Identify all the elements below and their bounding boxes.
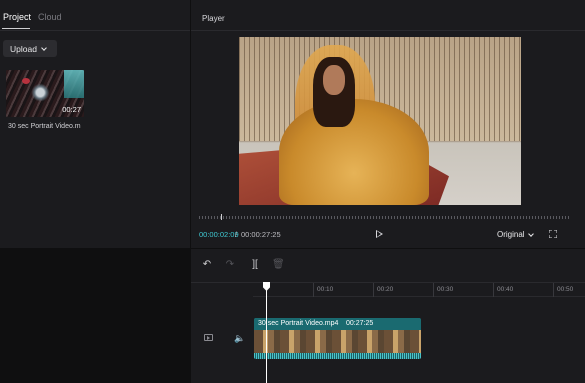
audio-waveform xyxy=(254,353,421,359)
tab-project[interactable]: Project xyxy=(3,12,31,22)
chevron-down-icon xyxy=(41,44,47,51)
tick-mark xyxy=(433,283,434,297)
tick-mark xyxy=(553,283,554,297)
media-duration: 00:27 xyxy=(62,105,81,114)
split-icon[interactable]: ][ xyxy=(249,259,261,271)
undo-icon[interactable]: ↶ xyxy=(201,259,213,271)
tick-label: 00:20 xyxy=(377,286,394,293)
upload-button[interactable]: Upload xyxy=(3,40,57,57)
divider xyxy=(0,30,190,31)
ratio-label: Original xyxy=(497,230,525,239)
redo-icon[interactable]: ↷ xyxy=(224,259,236,271)
clip-frames xyxy=(254,330,421,353)
media-panel: Project Cloud Upload 00:27 30 sec Portra… xyxy=(0,0,190,248)
tick-mark xyxy=(313,283,314,297)
media-filename: 30 sec Portrait Video.m xyxy=(8,123,81,130)
main-track-icon xyxy=(204,334,213,341)
speaker-icon[interactable]: 🔈 xyxy=(234,333,246,343)
clip-duration: 00:27:25 xyxy=(346,320,374,327)
thumbnail-decor xyxy=(64,70,84,98)
scrubber-handle[interactable] xyxy=(221,214,222,220)
clip-name: 30 sec Portrait Video.mp4 xyxy=(258,320,339,327)
preview-dress xyxy=(279,99,429,205)
tick-mark xyxy=(493,283,494,297)
thumbnail-decor xyxy=(22,78,30,84)
tab-cloud[interactable]: Cloud xyxy=(38,12,62,22)
chevron-down-icon xyxy=(527,230,534,237)
playback-scrubber[interactable] xyxy=(199,216,569,219)
tick-label: 00:40 xyxy=(497,286,514,293)
divider xyxy=(191,30,585,31)
delete-icon[interactable]: 🗑 xyxy=(272,259,285,271)
video-preview[interactable] xyxy=(239,37,521,205)
active-tab-indicator xyxy=(2,28,30,29)
fullscreen-icon[interactable] xyxy=(549,230,557,238)
upload-label: Upload xyxy=(10,43,37,54)
play-icon[interactable] xyxy=(376,230,383,238)
player-panel: Player 00:00:02:09 / 00:00:27:25 Origina… xyxy=(191,0,585,248)
divider xyxy=(191,282,585,283)
tick-label: 00:30 xyxy=(437,286,454,293)
aspect-ratio-select[interactable]: Original xyxy=(497,230,534,239)
current-time: 00:00:02:09 xyxy=(199,230,239,239)
video-clip[interactable]: 30 sec Portrait Video.mp4 00:27:25 xyxy=(254,318,421,359)
tick-label: 00:10 xyxy=(317,286,334,293)
playhead[interactable] xyxy=(266,282,267,383)
tick-mark xyxy=(373,283,374,297)
media-thumbnail[interactable]: 00:27 xyxy=(6,70,84,117)
tick-label: 00:50 xyxy=(557,286,574,293)
preview-face xyxy=(323,65,345,95)
time-separator: / xyxy=(235,230,238,239)
timeline-ruler[interactable] xyxy=(253,296,585,297)
total-time: 00:00:27:25 xyxy=(241,230,281,239)
player-title: Player xyxy=(202,14,225,23)
